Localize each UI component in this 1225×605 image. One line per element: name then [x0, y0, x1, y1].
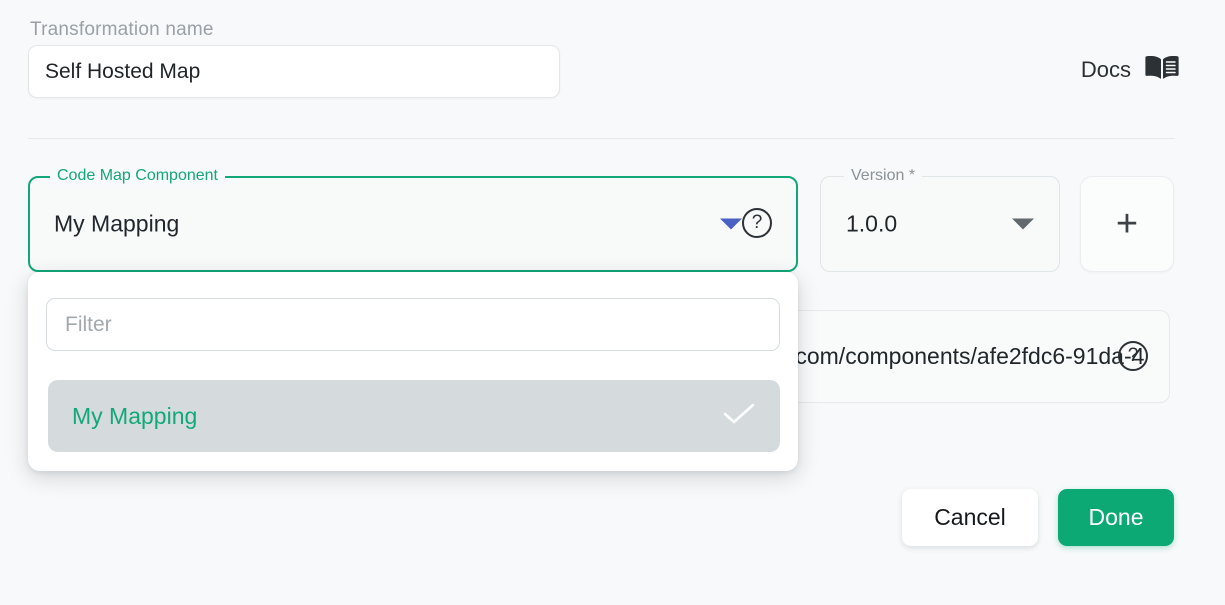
code-map-component-dropdown-panel: Filter My Mapping — [28, 272, 798, 471]
dropdown-filter-input[interactable]: Filter — [46, 298, 780, 351]
open-book-icon — [1145, 54, 1179, 86]
docs-link[interactable]: Docs — [1081, 54, 1179, 86]
component-url-help-icon[interactable]: ? — [1118, 341, 1148, 371]
version-select[interactable]: Version * 1.0.0 — [820, 165, 1060, 272]
add-version-button[interactable]: + — [1080, 176, 1174, 272]
code-map-component-select[interactable]: Code Map Component My Mapping — [28, 165, 798, 272]
chevron-down-icon[interactable] — [1012, 218, 1034, 230]
transformation-editor-page: Transformation name Self Hosted Map Docs… — [0, 0, 1225, 605]
chevron-down-icon[interactable] — [720, 218, 742, 230]
check-icon — [722, 401, 756, 432]
dropdown-option-label: My Mapping — [72, 402, 198, 429]
transformation-name-input[interactable]: Self Hosted Map — [28, 45, 560, 98]
plus-icon: + — [1115, 203, 1139, 245]
dropdown-option-my-mapping[interactable]: My Mapping — [48, 380, 780, 452]
dropdown-filter-placeholder: Filter — [65, 312, 112, 336]
docs-label: Docs — [1080, 57, 1131, 82]
section-divider — [28, 138, 1175, 139]
transformation-name-value: Self Hosted Map — [45, 59, 201, 83]
code-map-component-value: My Mapping — [54, 210, 180, 237]
done-button[interactable]: Done — [1058, 489, 1174, 546]
version-legend: Version * — [844, 165, 923, 187]
code-map-component-help-icon[interactable]: ? — [742, 208, 772, 238]
version-value: 1.0.0 — [846, 210, 898, 237]
transformation-name-label: Transformation name — [30, 19, 214, 40]
cancel-button[interactable]: Cancel — [902, 489, 1038, 546]
code-map-component-legend: Code Map Component — [50, 165, 225, 187]
